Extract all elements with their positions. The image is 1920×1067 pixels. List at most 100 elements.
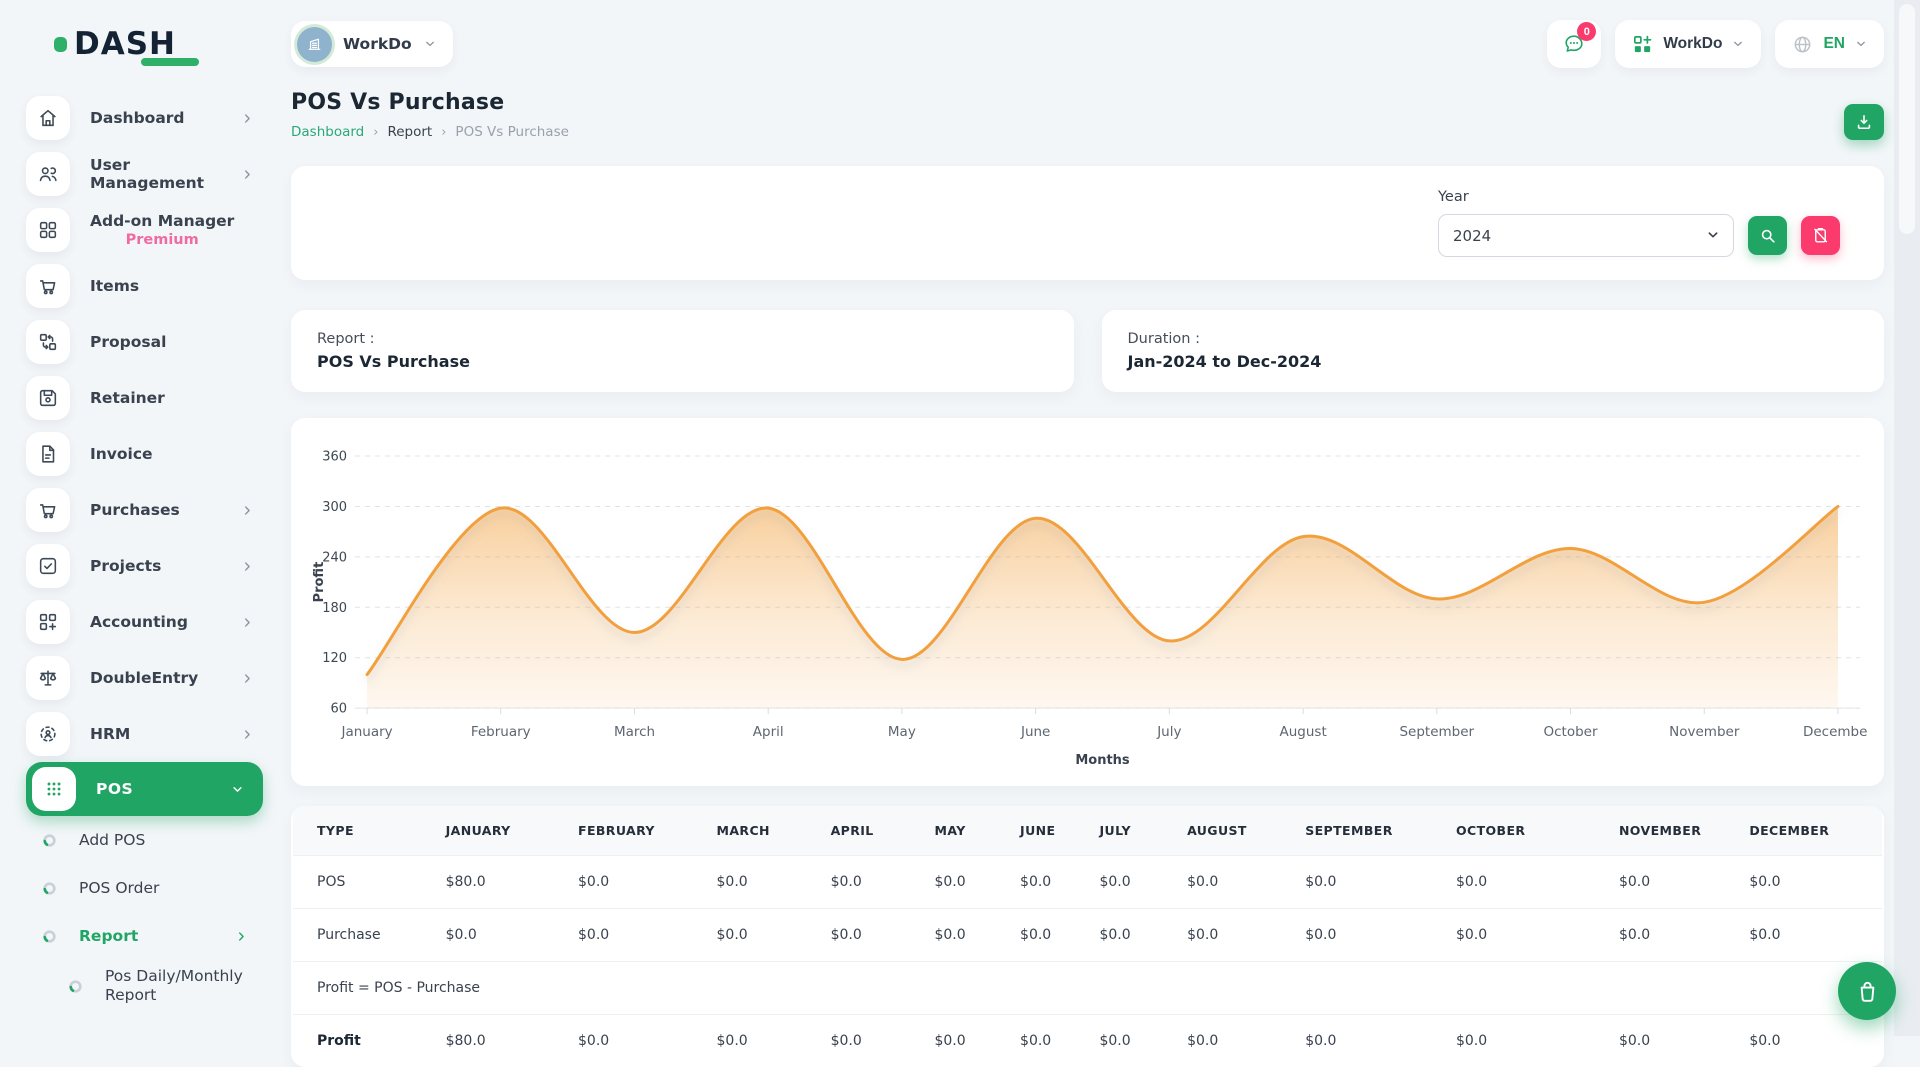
sidebar-item-hrm[interactable]: HRM [26,706,285,762]
swap-icon [26,320,70,364]
cell-value: $0.0 [1010,1015,1089,1067]
download-button[interactable] [1844,104,1884,140]
crosshair-icon [26,712,70,756]
scrollbar-thumb[interactable] [1899,4,1915,234]
report-value: POS Vs Purchase [317,352,1048,371]
cell-value: $0.0 [1089,1015,1177,1067]
column-header-january: JANUARY [436,806,568,856]
grid-plus-icon [26,600,70,644]
cell-value: $0.0 [1295,1015,1446,1067]
sidebar-item-proposal[interactable]: Proposal [26,314,285,370]
svg-text:Profit: Profit [312,562,327,603]
donut-bullet-icon [42,833,57,848]
sidebar-item-items[interactable]: Items [26,258,285,314]
sidebar-item-pos[interactable]: POS [26,762,263,816]
svg-text:December: December [1803,724,1868,740]
cell-value: $0.0 [1739,856,1882,909]
svg-text:April: April [753,724,784,740]
page-title: POS Vs Purchase [291,90,569,115]
sidebar-item-user-management[interactable]: User Management [26,146,285,202]
main-content: WorkDo 0 Wor [285,0,1920,1036]
cell-value: $0.0 [1295,856,1446,909]
breadcrumb-item-dashboard[interactable]: Dashboard [291,124,364,140]
scale-icon [26,656,70,700]
filter-card: Year 2024 [291,166,1884,280]
column-header-august: AUGUST [1177,806,1295,856]
sidebar: DASH Dashboard User Management Add-on Ma… [0,0,285,1036]
svg-text:May: May [888,724,916,740]
reset-filter-button[interactable] [1801,216,1840,255]
company-selector[interactable]: WorkDo [291,21,453,67]
year-select[interactable]: 2024 [1438,214,1734,257]
chevron-right-icon [240,111,255,126]
filter-group: Year 2024 [1438,189,1840,257]
sidebar-subitem-pos-order[interactable]: POS Order [26,864,285,912]
report-table-card: TYPEJANUARYFEBRUARYMARCHAPRILMAYJUNEJULY… [291,806,1884,1067]
year-select-wrap: 2024 [1438,214,1734,257]
donut-bullet-icon [42,881,57,896]
file-icon [26,432,70,476]
svg-text:February: February [471,724,531,740]
breadcrumb: Dashboard›Report›POS Vs Purchase [291,124,569,140]
row-type: POS [293,856,436,909]
sidebar-item-retainer[interactable]: Retainer [26,370,285,426]
logo-dot-icon [54,37,67,52]
profit-formula-note: Profit = POS - Purchase [293,962,1882,1015]
cell-value: $0.0 [1739,909,1882,962]
sidebar-item-purchases[interactable]: Purchases [26,482,285,538]
svg-text:August: August [1280,724,1327,740]
summary-row: Report : POS Vs Purchase Duration : Jan-… [291,310,1884,392]
company-name: WorkDo [343,35,412,53]
sidebar-subitem-report[interactable]: Report [26,912,285,960]
sidebar-item-projects[interactable]: Projects [26,538,285,594]
sidebar-nav: Dashboard User Management Add-on Manager… [26,90,285,1012]
cell-value: $0.0 [707,856,821,909]
sidebar-item-accounting[interactable]: Accounting [26,594,285,650]
language-selector[interactable]: EN [1775,20,1884,68]
users-icon [26,152,70,196]
chevron-right-icon [240,167,255,182]
duration-value: Jan-2024 to Dec-2024 [1128,352,1859,371]
apps-icon [26,208,70,252]
scrollbar-track[interactable] [1894,0,1920,1036]
workdo-apps-label: WorkDo [1663,35,1722,53]
svg-text:360: 360 [322,450,347,465]
svg-text:March: March [614,724,655,740]
svg-text:Months: Months [1075,753,1130,768]
column-header-april: APRIL [821,806,925,856]
pos-fab-button[interactable] [1838,962,1896,1020]
page-header: POS Vs Purchase Dashboard›Report›POS Vs … [291,90,1884,140]
donut-bullet-icon [42,929,57,944]
cell-value: $0.0 [568,909,707,962]
dots-icon [32,767,76,811]
breadcrumb-item-report[interactable]: Report [387,124,432,140]
row-type: Purchase [293,909,436,962]
search-icon [1758,226,1777,245]
sidebar-item-invoice[interactable]: Invoice [26,426,285,482]
breadcrumb-item-pos-vs-purchase: POS Vs Purchase [455,124,569,140]
table-row-profit: Profit$80.0$0.0$0.0$0.0$0.0$0.0$0.0$0.0$… [293,1015,1882,1067]
sidebar-subitem-pos-daily-monthly-report[interactable]: Pos Daily/Monthly Report [26,960,285,1012]
svg-text:120: 120 [322,651,347,666]
apps-plus-icon [1631,33,1654,56]
workdo-apps-button[interactable]: WorkDo [1615,20,1761,68]
brand-logo[interactable]: DASH [54,24,285,64]
sidebar-item-doubleentry[interactable]: DoubleEntry [26,650,285,706]
duration-summary-card: Duration : Jan-2024 to Dec-2024 [1102,310,1885,392]
sidebar-item-add-on-manager[interactable]: Add-on ManagerPremium [26,202,285,258]
column-header-february: FEBRUARY [568,806,707,856]
chevron-right-icon [240,503,255,518]
sidebar-subitem-add-pos[interactable]: Add POS [26,816,285,864]
cell-value: $0.0 [568,1015,707,1067]
column-header-june: JUNE [1010,806,1089,856]
cell-value: $0.0 [924,1015,1010,1067]
cell-value: $80.0 [436,856,568,909]
svg-text:January: January [340,724,392,740]
app-root: DASH Dashboard User Management Add-on Ma… [0,0,1920,1036]
logo-dash-icon [141,58,199,66]
column-header-may: MAY [924,806,1010,856]
sidebar-item-dashboard[interactable]: Dashboard [26,90,285,146]
search-button[interactable] [1748,216,1787,255]
messages-button[interactable]: 0 [1547,20,1601,68]
year-label: Year [1438,189,1734,205]
